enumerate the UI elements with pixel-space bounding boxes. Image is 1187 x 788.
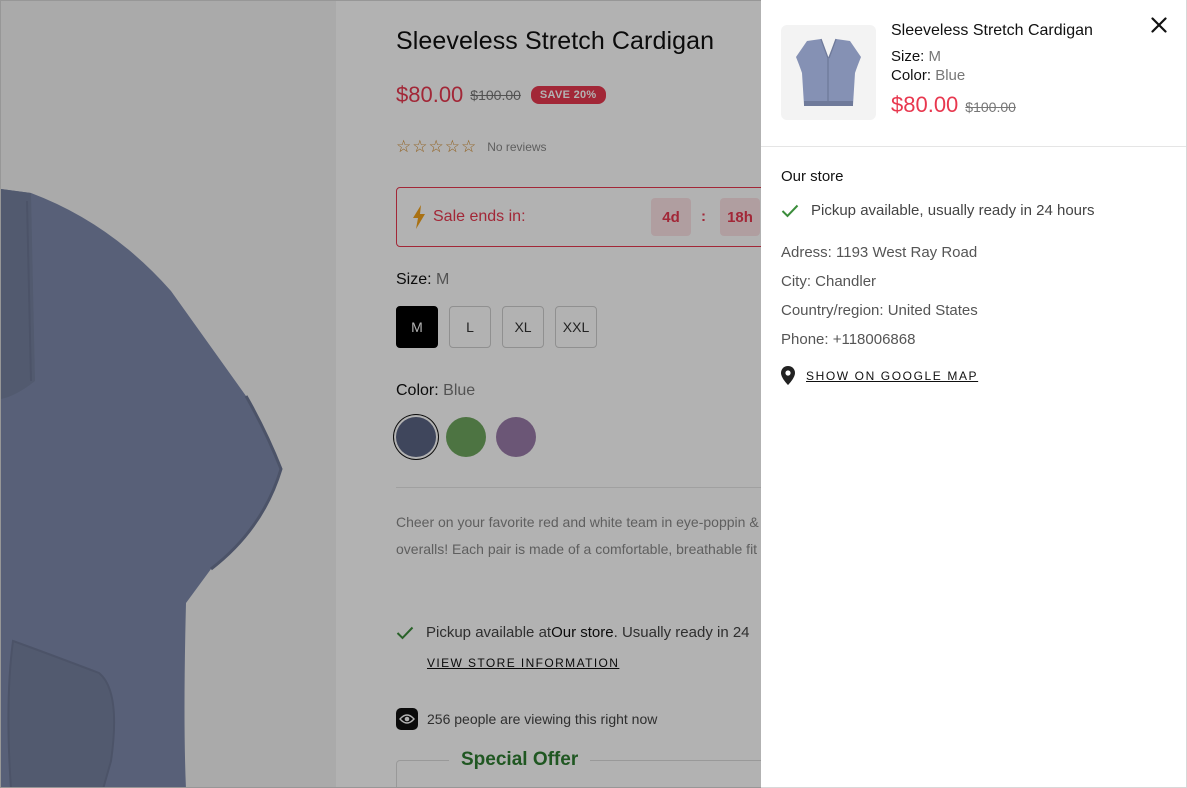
drawer-pickup-availability: Pickup available, usually ready in 24 ho… xyxy=(781,202,1095,219)
close-drawer-button[interactable] xyxy=(1147,13,1171,37)
modal-backdrop[interactable] xyxy=(0,0,761,788)
store-name: Our store xyxy=(781,168,844,185)
close-icon xyxy=(1151,17,1167,33)
show-on-google-map-link[interactable]: SHOW ON GOOGLE MAP xyxy=(806,369,978,383)
store-country: Country/region: United States xyxy=(781,302,978,319)
drawer-price-row: $80.00 $100.00 xyxy=(891,92,1016,118)
drawer-price: $80.00 xyxy=(891,92,959,117)
drawer-compare-price: $100.00 xyxy=(965,99,1016,115)
map-pin-icon xyxy=(781,366,795,385)
drawer-size: Size: M xyxy=(891,48,942,65)
drawer-color: Color: Blue xyxy=(891,67,966,84)
store-city: City: Chandler xyxy=(781,273,877,290)
google-map-row: SHOW ON GOOGLE MAP xyxy=(781,366,978,385)
drawer-product-name: Sleeveless Stretch Cardigan xyxy=(891,22,1093,39)
check-icon xyxy=(781,204,799,217)
store-address: Adress: 1193 West Ray Road xyxy=(781,244,978,261)
store-phone: Phone: +118006868 xyxy=(781,331,916,348)
drawer-divider xyxy=(761,146,1186,147)
store-info-drawer: Sleeveless Stretch Cardigan Size: M Colo… xyxy=(761,0,1187,788)
product-thumbnail xyxy=(781,25,876,120)
